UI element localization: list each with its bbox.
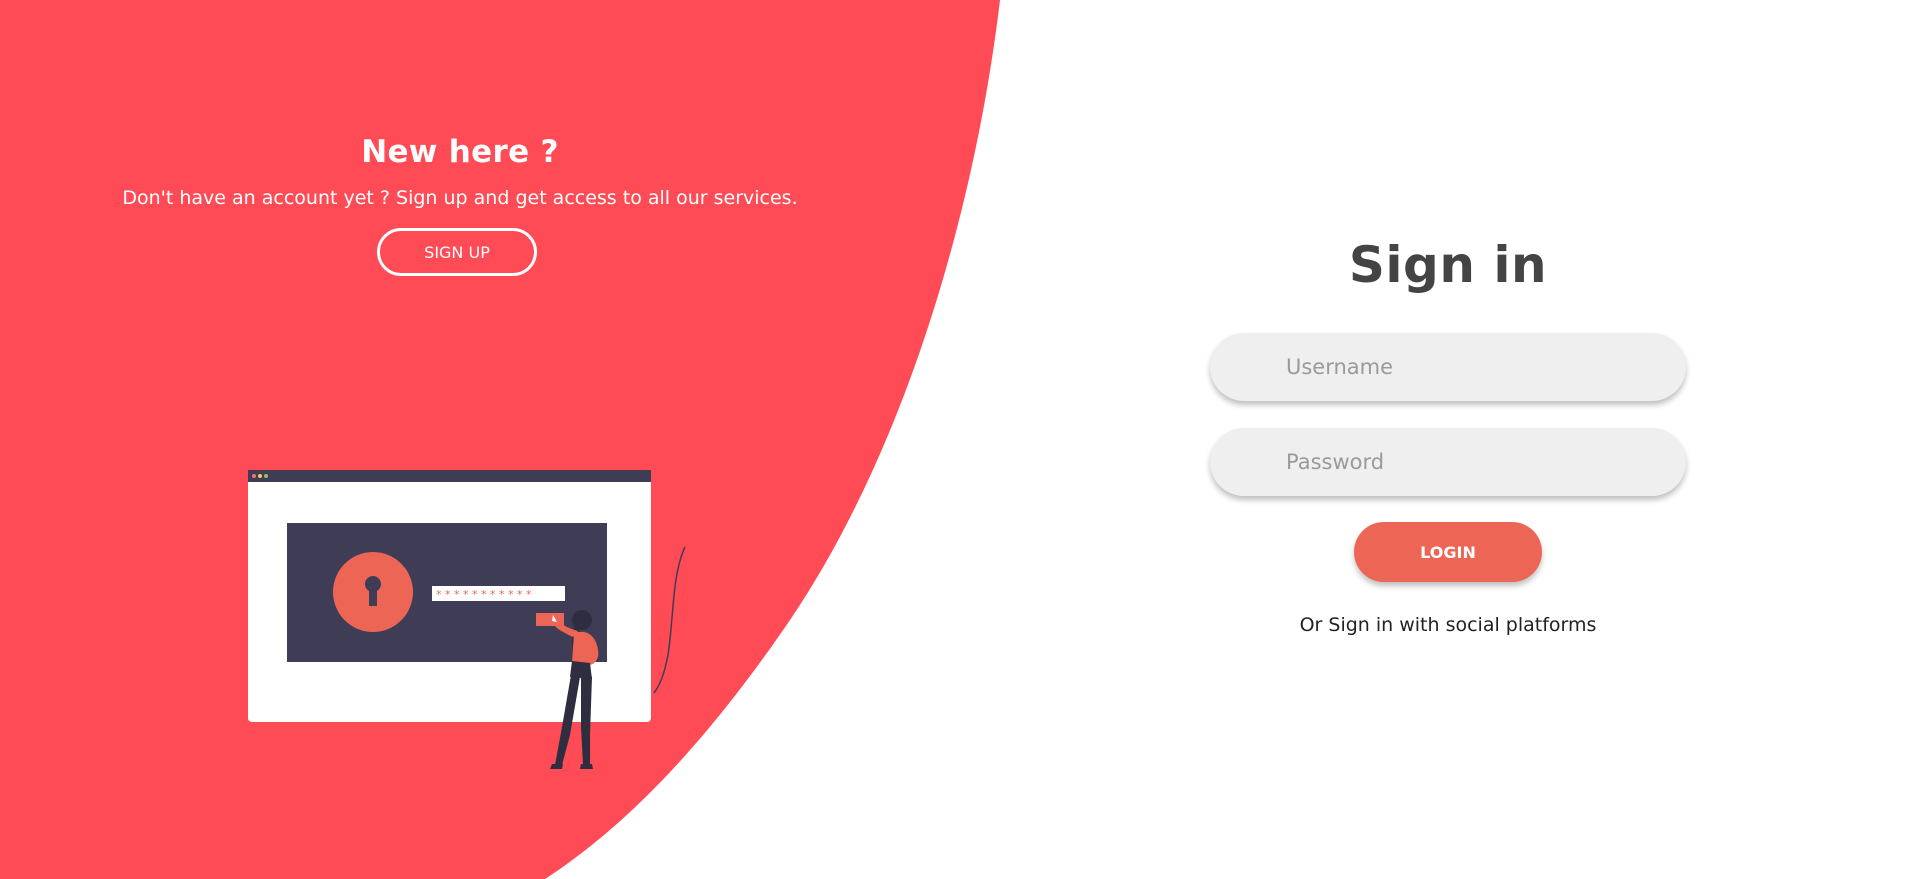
svg-text:* * * * * * * * * * *: * * * * * * * * * * * xyxy=(436,588,532,601)
lock-screen-illustration-icon: * * * * * * * * * * * xyxy=(248,470,686,769)
username-field[interactable] xyxy=(1210,333,1686,401)
password-field[interactable] xyxy=(1210,428,1686,496)
signup-button[interactable]: SIGN UP xyxy=(377,228,537,276)
page: New here ? Don't have an account yet ? S… xyxy=(0,0,1920,879)
signin-title: Sign in xyxy=(1348,236,1548,294)
new-here-title: New here ? xyxy=(361,134,559,170)
password-input[interactable] xyxy=(1286,428,1666,496)
signup-description: Don't have an account yet ? Sign up and … xyxy=(122,187,798,209)
social-signin-text: Or Sign in with social platforms xyxy=(1299,614,1597,636)
username-input[interactable] xyxy=(1286,333,1666,401)
left-panel: New here ? Don't have an account yet ? S… xyxy=(0,0,920,879)
login-button[interactable]: LOGIN xyxy=(1354,522,1542,582)
